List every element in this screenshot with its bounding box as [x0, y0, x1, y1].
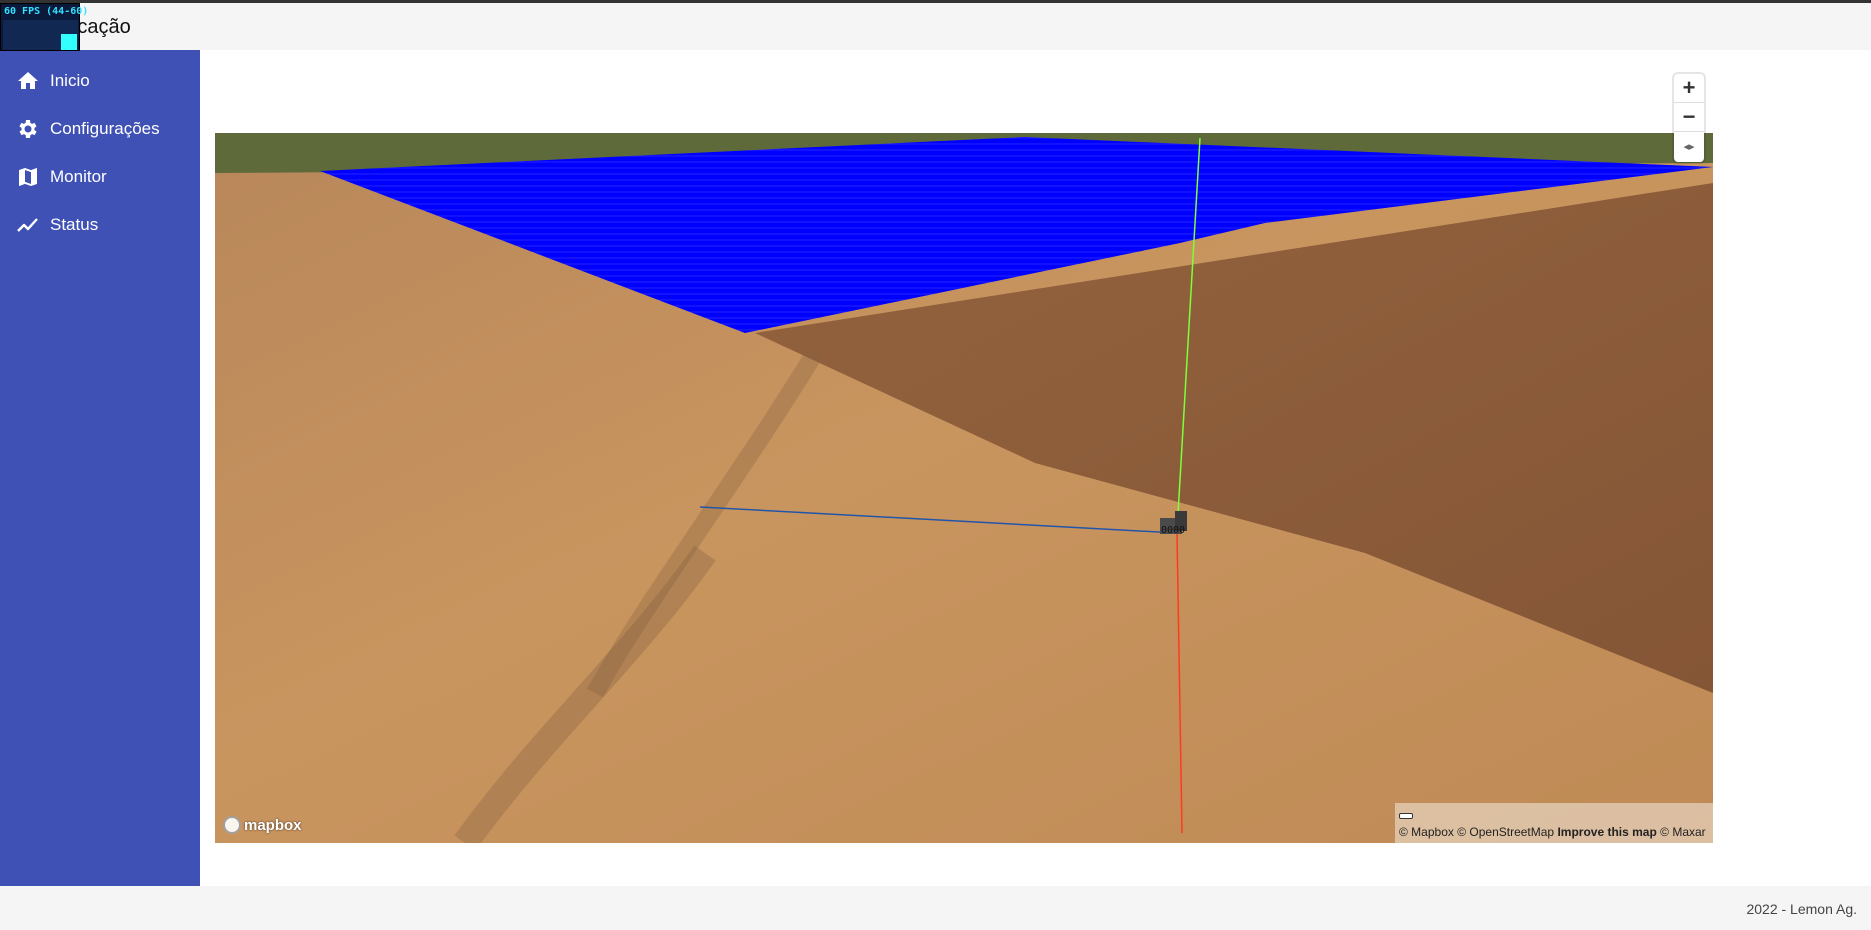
- sidebar-item-label: Configurações: [50, 119, 160, 138]
- zoom-in-button[interactable]: +: [1674, 74, 1704, 103]
- app-bar: Aplicação: [0, 3, 1871, 50]
- improve-map-link[interactable]: Improve this map: [1557, 825, 1656, 839]
- map-attribution: © Mapbox © OpenStreetMap Improve this ma…: [1395, 803, 1713, 843]
- attribution-mapbox-link[interactable]: © Mapbox: [1399, 825, 1454, 839]
- home-icon: [18, 72, 38, 89]
- footer: 2022 - Lemon Ag.: [0, 886, 1871, 930]
- mapbox-logo[interactable]: mapbox: [223, 814, 302, 836]
- mapbox-logo-text: mapbox: [244, 816, 302, 834]
- fps-label: 60 FPS (44-60): [4, 6, 89, 17]
- attribution-osm-link[interactable]: © OpenStreetMap: [1457, 825, 1554, 839]
- map-navigation-controls: + − ◂▸: [1674, 74, 1704, 162]
- map-icon: [19, 168, 37, 186]
- attribution-maxar-link[interactable]: © Maxar: [1660, 825, 1706, 839]
- sidebar: Inicio Configurações Monitor Status: [0, 50, 200, 886]
- sidebar-item-label: Monitor: [50, 167, 107, 186]
- mapbox-logo-icon: [223, 816, 241, 834]
- gear-icon: [19, 120, 37, 138]
- zoom-out-button[interactable]: −: [1674, 103, 1704, 132]
- fps-bar: [61, 34, 77, 50]
- sidebar-item-configuracoes[interactable]: Configurações: [0, 105, 200, 153]
- vehicle-label: 0000: [1161, 525, 1185, 536]
- sidebar-item-monitor[interactable]: Monitor: [0, 153, 200, 201]
- sidebar-item-inicio[interactable]: Inicio: [0, 57, 200, 105]
- sidebar-item-label: Inicio: [50, 71, 90, 90]
- fps-meter[interactable]: 60 FPS (44-60): [0, 3, 88, 51]
- sidebar-item-label: Status: [50, 215, 99, 234]
- sidebar-item-status[interactable]: Status: [0, 201, 200, 249]
- map-canvas[interactable]: 0000 mapbox © Mapbox © OpenStreetMap Imp…: [215, 133, 1713, 843]
- attribution-toggle-button[interactable]: [1399, 813, 1413, 819]
- footer-credit: 2022 - Lemon Ag.: [1746, 901, 1857, 917]
- compass-button[interactable]: ◂▸: [1674, 132, 1704, 161]
- trend-line-icon: [17, 218, 38, 232]
- terrain-view: 0000: [215, 133, 1713, 843]
